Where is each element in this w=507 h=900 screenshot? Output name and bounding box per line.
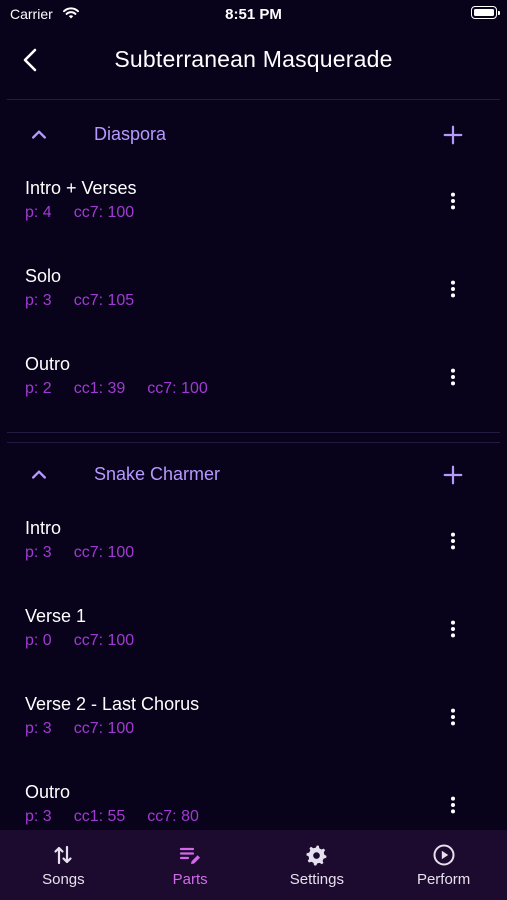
part-row[interactable]: Solo p: 3 cc7: 105 xyxy=(0,254,507,342)
part-setting-value: cc7: 100 xyxy=(147,380,208,397)
part-options-button[interactable] xyxy=(438,790,468,820)
part-row[interactable]: Intro + Verses p: 4 cc7: 100 xyxy=(0,166,507,254)
app-bar: Subterranean Masquerade xyxy=(0,30,507,92)
part-name: Solo xyxy=(25,266,62,286)
part-settings: p: 3 cc1: 55 cc7: 80 xyxy=(25,808,221,826)
nav-tab-settings[interactable]: Settings xyxy=(254,830,381,900)
nav-tab-songs[interactable]: Songs xyxy=(0,830,127,900)
part-setting-value: cc7: 100 xyxy=(73,204,135,221)
part-settings: p: 4 cc7: 100 xyxy=(25,204,156,222)
nav-tab-label: Parts xyxy=(172,871,208,888)
part-setting-value: p: 2 xyxy=(25,380,52,397)
status-bar: Carrier 8:51 PM xyxy=(0,0,507,30)
add-part-button[interactable] xyxy=(438,120,468,150)
part-name: Intro xyxy=(25,518,62,538)
sort-arrows-icon xyxy=(54,845,72,865)
part-name: Outro xyxy=(25,354,71,374)
nav-icon-wrap xyxy=(178,842,202,868)
part-name: Outro xyxy=(25,782,71,802)
more-vertical-icon xyxy=(450,796,456,814)
more-vertical-icon xyxy=(450,532,456,550)
part-settings: p: 3 cc7: 105 xyxy=(25,292,156,310)
part-setting-value: p: 4 xyxy=(25,204,52,221)
collapse-button[interactable] xyxy=(24,120,54,150)
section-divider xyxy=(7,432,500,433)
edit-list-icon xyxy=(180,847,201,864)
part-setting-value: cc7: 80 xyxy=(147,808,199,825)
play-circle-icon xyxy=(433,844,455,866)
song-title: Snake Charmer xyxy=(94,464,221,484)
chevron-up-icon xyxy=(31,470,46,479)
part-options-button[interactable] xyxy=(438,526,468,556)
more-vertical-icon xyxy=(450,192,456,210)
more-vertical-icon xyxy=(450,280,456,298)
part-setting-value: p: 0 xyxy=(25,632,52,649)
part-row[interactable]: Outro p: 2 cc1: 39 cc7: 100 xyxy=(0,342,507,430)
part-setting-value: p: 3 xyxy=(25,720,52,737)
part-name: Verse 2 - Last Chorus xyxy=(25,694,200,714)
part-setting-value: cc7: 105 xyxy=(73,292,135,309)
part-options-button[interactable] xyxy=(438,362,468,392)
more-vertical-icon xyxy=(450,368,456,386)
chevron-up-icon xyxy=(31,130,46,139)
part-options-button[interactable] xyxy=(438,274,468,304)
nav-tab-label: Songs xyxy=(42,871,85,888)
part-name: Verse 1 xyxy=(25,606,87,626)
part-setting-value: p: 3 xyxy=(25,292,52,309)
part-settings: p: 0 cc7: 100 xyxy=(25,632,156,650)
songs-parts-list[interactable]: Diaspora Intro + Verses p: 4 cc7: 100 Solo p:… xyxy=(0,100,507,830)
part-setting-value: p: 3 xyxy=(25,544,52,561)
part-settings: p: 3 cc7: 100 xyxy=(25,544,156,562)
song-section-header: Snake Charmer xyxy=(0,442,507,506)
add-part-button[interactable] xyxy=(438,460,468,490)
more-vertical-icon xyxy=(450,620,456,638)
part-row[interactable]: Intro p: 3 cc7: 100 xyxy=(0,506,507,594)
nav-tab-parts[interactable]: Parts xyxy=(127,830,254,900)
part-name: Intro + Verses xyxy=(25,178,137,198)
song-section-header: Diaspora xyxy=(0,102,507,166)
part-settings: p: 3 cc7: 100 xyxy=(25,720,156,738)
nav-tab-perform[interactable]: Perform xyxy=(380,830,507,900)
part-setting-value: cc7: 100 xyxy=(73,632,135,649)
song-title: Diaspora xyxy=(94,124,167,144)
nav-icon-wrap xyxy=(305,842,329,868)
plus-icon xyxy=(443,465,463,485)
part-setting-value: cc1: 55 xyxy=(73,808,126,825)
part-setting-value: p: 3 xyxy=(25,808,52,825)
part-setting-value: cc1: 39 xyxy=(73,380,126,397)
nav-tab-label: Perform xyxy=(416,871,471,888)
battery-icon xyxy=(471,6,500,19)
bottom-navigation: Songs Parts Settings Perform xyxy=(0,830,507,900)
part-settings: p: 2 cc1: 39 cc7: 100 xyxy=(25,380,230,398)
clock: 8:51 PM xyxy=(225,6,282,23)
page-title: Subterranean Masquerade xyxy=(114,46,393,72)
part-setting-value: cc7: 100 xyxy=(73,544,135,561)
part-row[interactable]: Verse 2 - Last Chorus p: 3 cc7: 100 xyxy=(0,682,507,770)
more-vertical-icon xyxy=(450,708,456,726)
part-setting-value: cc7: 100 xyxy=(73,720,135,737)
part-row[interactable]: Outro p: 3 cc1: 55 cc7: 80 xyxy=(0,770,507,830)
nav-tab-label: Settings xyxy=(289,871,344,888)
nav-icon-wrap xyxy=(432,842,456,868)
collapse-button[interactable] xyxy=(24,460,54,490)
gear-icon xyxy=(306,845,327,866)
part-row[interactable]: Verse 1 p: 0 cc7: 100 xyxy=(0,594,507,682)
part-options-button[interactable] xyxy=(438,614,468,644)
plus-icon xyxy=(443,125,463,145)
part-options-button[interactable] xyxy=(438,186,468,216)
part-options-button[interactable] xyxy=(438,702,468,732)
nav-icon-wrap xyxy=(51,842,75,868)
